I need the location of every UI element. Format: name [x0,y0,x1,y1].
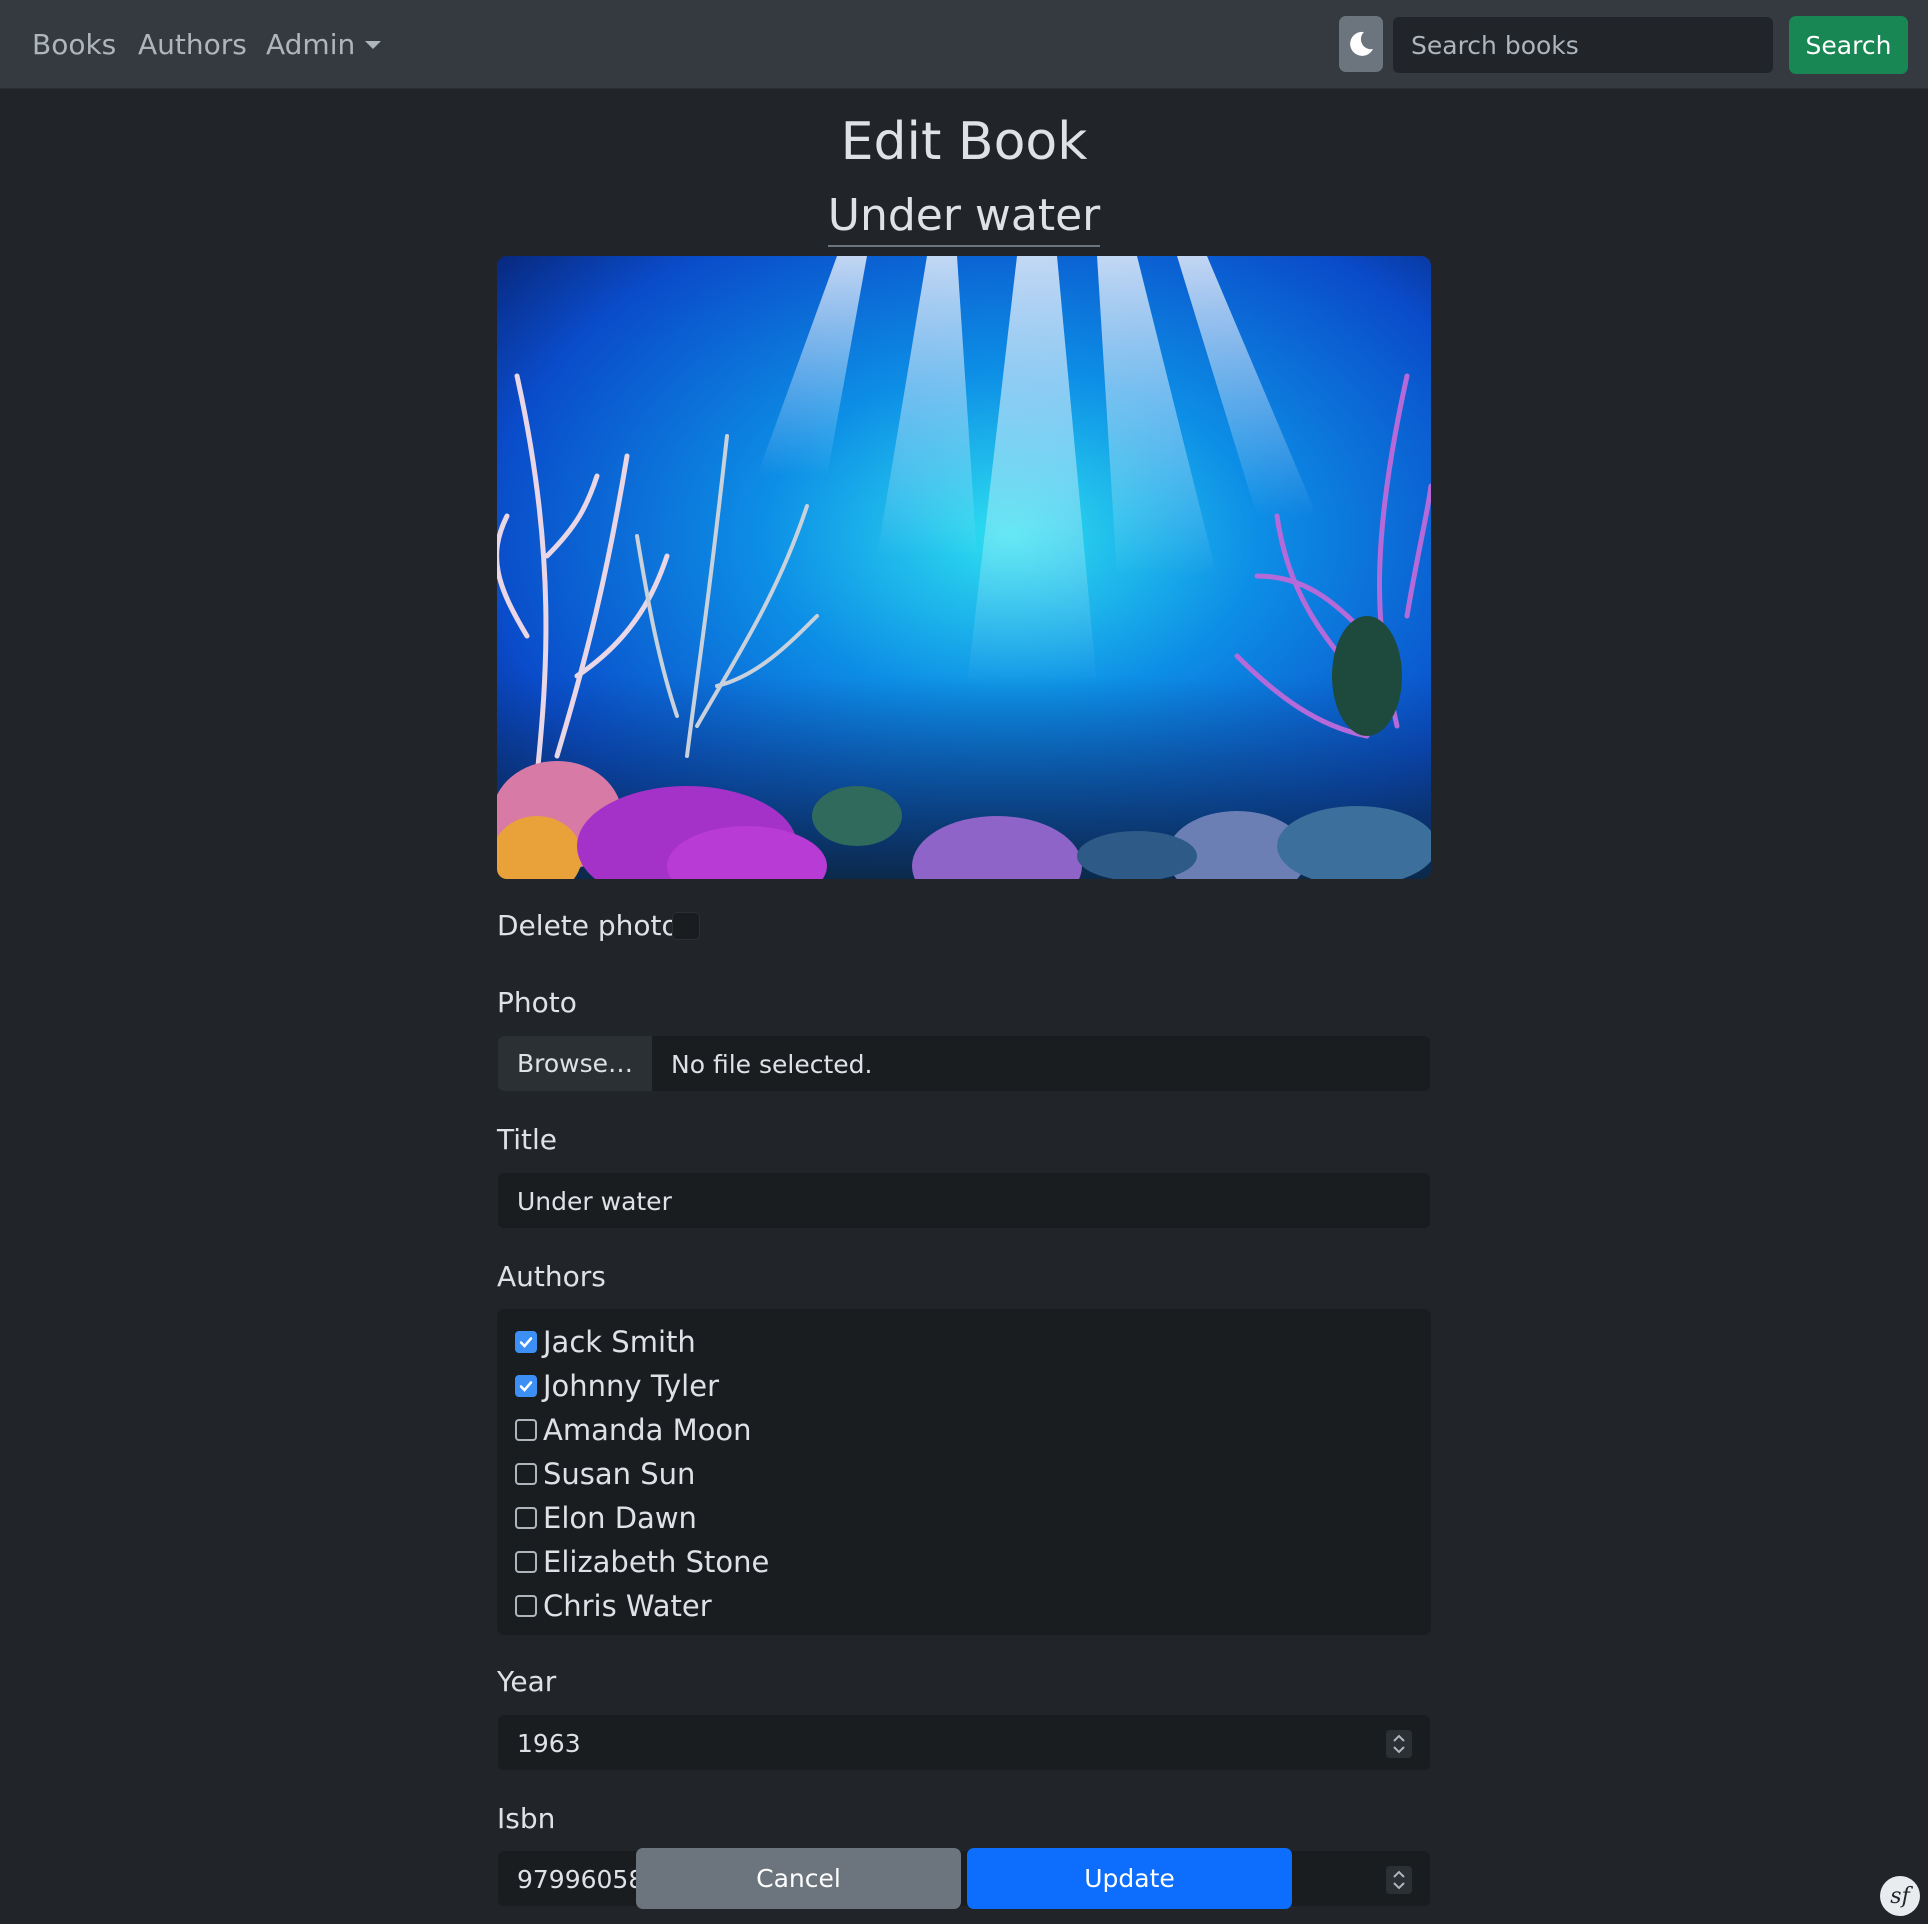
author-checkbox[interactable] [515,1419,537,1441]
search-input[interactable] [1392,16,1774,74]
search-button[interactable]: Search [1789,16,1908,74]
title-input[interactable]: Under water [497,1172,1431,1229]
photo-file-input[interactable]: Browse… No file selected. [497,1035,1431,1092]
theme-toggle-button[interactable] [1339,16,1383,72]
isbn-label: Isbn [497,1802,556,1835]
title-input-value: Under water [517,1187,672,1216]
page-title: Edit Book [840,112,1088,172]
nav-admin-dropdown[interactable]: Admin [266,28,382,61]
year-input[interactable]: 1963 [497,1714,1431,1771]
update-button[interactable]: Update [967,1848,1292,1909]
author-option[interactable]: Elizabeth Stone [515,1542,769,1582]
author-checkbox[interactable] [515,1375,537,1397]
caret-down-icon [365,41,382,49]
author-checkbox[interactable] [515,1463,537,1485]
checkmark-icon [519,1381,533,1392]
authors-label: Authors [497,1260,606,1293]
file-status-text: No file selected. [671,1050,873,1079]
checkmark-icon [519,1337,533,1348]
book-name-text: Under water [827,190,1101,247]
navbar: Books Authors Admin Search [0,0,1928,89]
year-input-value: 1963 [517,1729,581,1758]
isbn-input-value: 97996058 [517,1865,645,1894]
authors-checkbox-list: Jack Smith Johnny Tyler Amanda Moon Susa… [497,1309,1431,1635]
browse-button[interactable]: Browse… [498,1036,652,1091]
nav-books-link[interactable]: Books [32,28,116,61]
author-name: Elizabeth Stone [543,1545,770,1579]
book-cover-image [497,256,1431,879]
delete-photo-checkbox[interactable] [672,912,700,940]
moon-icon [1350,31,1373,56]
author-name: Jack Smith [543,1325,696,1359]
delete-photo-label: Delete photo [497,909,679,942]
title-label: Title [497,1123,558,1156]
author-option[interactable]: Jack Smith [515,1322,696,1362]
year-spinner[interactable] [1386,1730,1412,1758]
cancel-button[interactable]: Cancel [636,1848,961,1909]
author-option[interactable]: Johnny Tyler [515,1366,719,1406]
author-option[interactable]: Elon Dawn [515,1498,697,1538]
symfony-debug-icon[interactable]: sf [1880,1876,1920,1916]
isbn-spinner[interactable] [1386,1866,1412,1894]
year-label: Year [497,1665,557,1698]
author-name: Chris Water [543,1589,712,1623]
author-name: Amanda Moon [543,1413,752,1447]
author-option[interactable]: Chris Water [515,1586,712,1626]
author-checkbox[interactable] [515,1595,537,1617]
nav-admin-label: Admin [266,28,356,61]
author-name: Johnny Tyler [543,1369,719,1403]
spinner-arrows-icon [1393,1870,1405,1890]
author-name: Susan Sun [543,1457,696,1491]
author-checkbox[interactable] [515,1331,537,1353]
author-name: Elon Dawn [543,1501,697,1535]
photo-label: Photo [497,986,577,1019]
author-checkbox[interactable] [515,1551,537,1573]
spinner-arrows-icon [1393,1734,1405,1754]
author-option[interactable]: Susan Sun [515,1454,695,1494]
author-checkbox[interactable] [515,1507,537,1529]
author-option[interactable]: Amanda Moon [515,1410,752,1450]
nav-authors-link[interactable]: Authors [138,28,247,61]
book-name-heading: Under water [0,190,1928,247]
